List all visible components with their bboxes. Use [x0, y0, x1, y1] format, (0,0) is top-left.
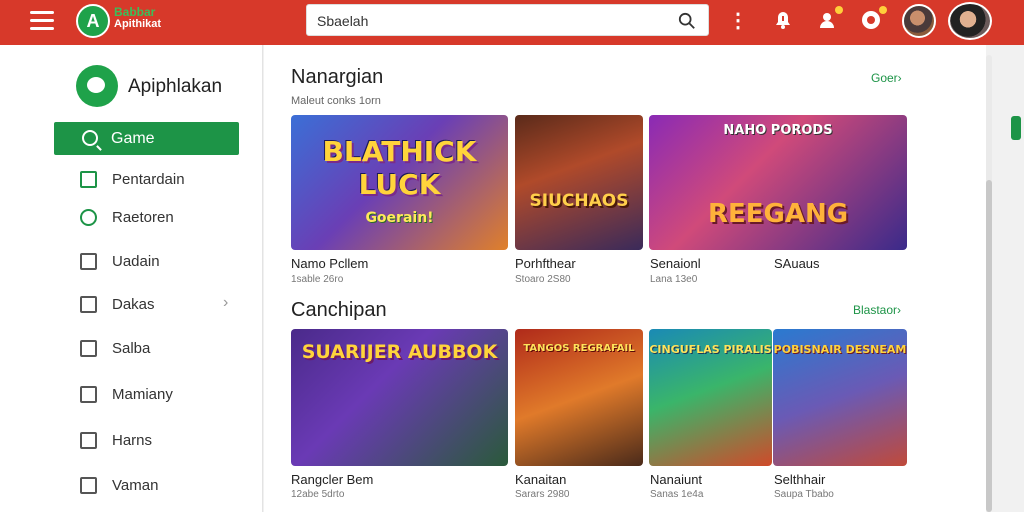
list-icon: [80, 432, 97, 449]
document-icon: [80, 340, 97, 357]
gift-icon[interactable]: [859, 6, 887, 32]
checkbox-icon: [80, 296, 97, 313]
game-title[interactable]: Namo Pcllem: [291, 256, 368, 271]
sidebar-item-game[interactable]: Game: [54, 122, 239, 155]
sidebar-title: Apiphlakan: [128, 76, 223, 97]
sidebar-item-raetoren[interactable]: Raetoren: [80, 205, 240, 231]
game-art-title: TANGOS REGRAFAIL: [523, 343, 635, 354]
game-art-title: CINGUFLAS PIRALIS: [649, 343, 772, 356]
profile-avatar[interactable]: [948, 2, 992, 40]
see-more-link[interactable]: Blastaor›: [853, 303, 901, 317]
brand-logo[interactable]: A: [76, 4, 110, 38]
scrollbar-thumb[interactable]: [986, 180, 992, 512]
game-meta: 1sable 26ro: [291, 274, 344, 285]
search-icon[interactable]: [678, 12, 696, 30]
game-art-subtitle: Goerain!: [365, 210, 434, 226]
section-title: Nanargian: [291, 66, 384, 88]
sidebar-item-label: Dakas: [112, 296, 155, 313]
sidebar-logo[interactable]: [76, 65, 118, 107]
game-card[interactable]: CINGUFLAS PIRALIS: [649, 329, 772, 466]
game-meta: Sanas 1e4a: [650, 489, 704, 500]
game-meta: Sarars 2980: [515, 489, 570, 500]
game-meta: 12abe 5drto: [291, 489, 345, 500]
sidebar-item-label: Pentardain: [112, 171, 185, 188]
game-art-title: BLATHICK LUCK: [322, 135, 477, 201]
sidebar-item-label: Mamiany: [112, 386, 173, 403]
game-title[interactable]: Selthhair: [774, 472, 825, 487]
brand-name: Babbar Apithikat: [114, 6, 161, 30]
more-options-icon[interactable]: ⋮: [726, 8, 750, 32]
bag-icon: [80, 477, 97, 494]
game-art-subtitle: NAHO PORODS: [723, 123, 833, 138]
search-icon: [82, 130, 98, 146]
game-card[interactable]: BLATHICK LUCK Goerain!: [291, 115, 508, 250]
folder-icon: [80, 253, 97, 270]
sidebar-item-label: Raetoren: [112, 209, 174, 226]
game-art-title: REEGANG: [707, 199, 849, 229]
friends-badge: [835, 6, 843, 14]
sidebar: Apiphlakan Game Pentardain Raetoren Uada…: [0, 45, 263, 512]
game-title[interactable]: Senaionl: [650, 256, 701, 271]
square-icon: [80, 171, 97, 188]
side-indicator: [1011, 116, 1021, 140]
sidebar-item-pentardain[interactable]: Pentardain: [80, 167, 240, 193]
search-box[interactable]: [306, 4, 709, 36]
top-bar: A Babbar Apithikat ⋮: [0, 0, 1024, 45]
game-art-title: POBISNAIR DESNEAM: [773, 343, 907, 356]
game-card[interactable]: SUARIJER AUBBOK: [291, 329, 508, 466]
edit-icon: [80, 386, 97, 403]
sidebar-item-harns[interactable]: Harns: [80, 428, 240, 454]
gift-badge: [879, 6, 887, 14]
game-meta: Stoaro 2S80: [515, 274, 571, 285]
game-art-title: SIUCHAOS: [529, 191, 629, 211]
see-more-link[interactable]: Goer›: [871, 71, 902, 85]
game-title[interactable]: SAuaus: [774, 256, 820, 271]
menu-icon[interactable]: [30, 11, 54, 30]
avatar[interactable]: [902, 4, 936, 38]
main-content: Nanargian Maleut conks 1orn Goer› BLATHI…: [264, 45, 986, 512]
friends-icon[interactable]: [815, 6, 843, 32]
game-card[interactable]: SIUCHAOS: [515, 115, 643, 250]
game-card[interactable]: TANGOS REGRAFAIL: [515, 329, 643, 466]
sidebar-item-label: Salba: [112, 340, 151, 357]
game-card[interactable]: NAHO PORODS REEGANG: [649, 115, 907, 250]
sidebar-item-label: Uadain: [112, 253, 160, 270]
game-title[interactable]: Rangcler Bem: [291, 472, 373, 487]
sidebar-item-label: Harns: [112, 432, 153, 449]
game-card[interactable]: POBISNAIR DESNEAM: [773, 329, 907, 466]
chevron-right-icon: ›: [223, 294, 229, 311]
sidebar-item-uadain[interactable]: Uadain: [80, 249, 240, 275]
brand-bottom-text: Apithikat: [114, 18, 162, 30]
sidebar-item-mamiany[interactable]: Mamiany: [80, 382, 240, 408]
section-subtitle: Maleut conks 1orn: [291, 95, 381, 107]
game-title[interactable]: Kanaitan: [515, 472, 566, 487]
game-meta: Saupa Tbabo: [774, 489, 834, 500]
sidebar-item-vaman[interactable]: Vaman: [80, 473, 240, 499]
sidebar-item-label: Vaman: [112, 477, 159, 494]
game-title[interactable]: Porhfthear: [515, 256, 576, 271]
game-title[interactable]: Nanaiunt: [650, 472, 702, 487]
section-title: Canchipan: [291, 299, 387, 321]
brand-top-text: Babbar: [114, 5, 156, 19]
sidebar-item-dakas[interactable]: Dakas ›: [80, 292, 240, 318]
game-meta: Lana 13e0: [650, 274, 698, 285]
search-input[interactable]: [317, 10, 657, 32]
sidebar-item-salba[interactable]: Salba: [80, 336, 240, 362]
sidebar-item-label: Game: [111, 130, 155, 147]
notification-bell-icon[interactable]: [771, 8, 795, 32]
game-art-title: SUARIJER AUBBOK: [301, 341, 498, 363]
leaf-icon: [80, 209, 97, 226]
